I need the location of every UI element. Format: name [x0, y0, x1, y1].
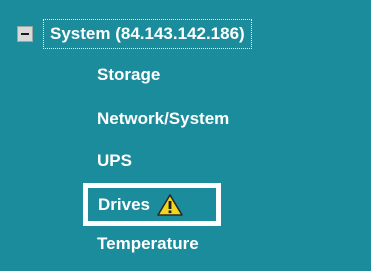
tree-item-ups[interactable]: UPS [97, 150, 132, 172]
tree-item-storage[interactable]: Storage [97, 64, 160, 86]
system-tree-panel: System (84.143.142.186) Storage Network/… [0, 0, 371, 271]
collapse-minus-icon[interactable] [17, 26, 33, 42]
tree-item-network-system[interactable]: Network/System [97, 108, 229, 130]
tree-item-drives-label: Drives [98, 194, 150, 214]
tree-item-drives[interactable]: Drives [83, 183, 221, 226]
tree-root-label[interactable]: System (84.143.142.186) [43, 19, 252, 49]
warning-icon [157, 193, 183, 216]
tree-item-temperature[interactable]: Temperature [97, 233, 199, 255]
tree-root-row[interactable]: System (84.143.142.186) [17, 19, 252, 49]
